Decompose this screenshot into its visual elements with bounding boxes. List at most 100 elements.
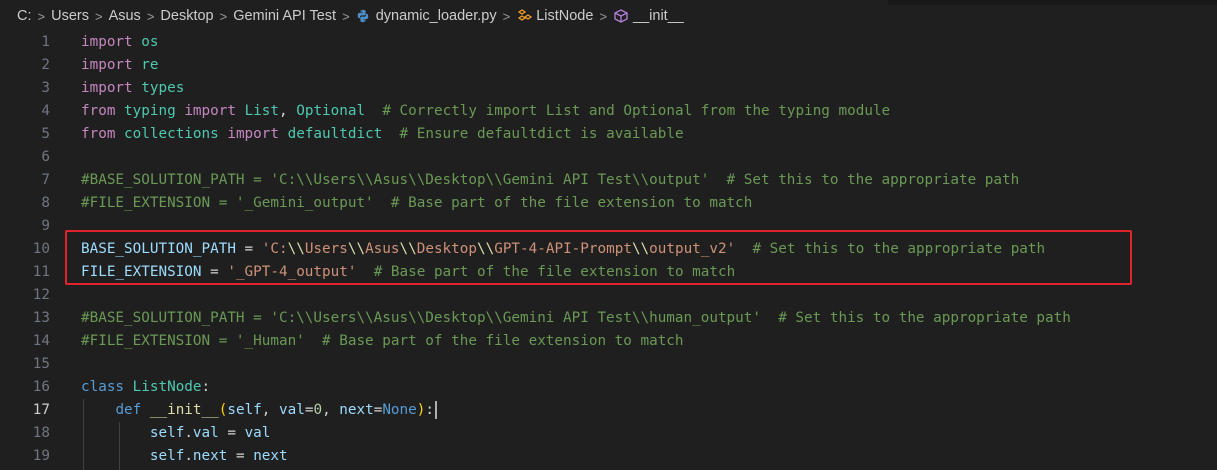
code-token: # Correctly import List and Optional fro… — [382, 103, 891, 119]
code-token: val — [192, 425, 219, 441]
breadcrumb-label: C: — [17, 8, 32, 24]
code-token: #BASE_SOLUTION_PATH = 'C:\\Users\\Asus\\… — [81, 310, 1071, 326]
code-line[interactable]: 8 #FILE_EXTENSION = '_Gemini_output' # Ba… — [0, 192, 1217, 215]
code-token: . — [184, 448, 193, 464]
code-text: BASE_SOLUTION_PATH = 'C:\\Users\\Asus\\D… — [81, 238, 1045, 261]
chevron-right-icon: > — [342, 8, 350, 24]
line-number: 14 — [32, 333, 50, 349]
breadcrumb-item-desktop[interactable]: Desktop — [160, 8, 213, 24]
line-number: 4 — [41, 103, 50, 119]
code-line[interactable]: 16 class ListNode: — [0, 376, 1217, 399]
code-token: output_v2' — [649, 241, 736, 257]
code-token: \\ — [399, 241, 417, 257]
code-token: import — [184, 103, 236, 119]
code-token: = — [201, 264, 228, 280]
tab-bar-edge — [888, 0, 1217, 5]
code-text: import os — [81, 31, 158, 54]
code-line[interactable]: 9 — [0, 215, 1217, 238]
code-line[interactable]: 4 from typing import List, Optional # Cor… — [0, 100, 1217, 123]
breadcrumb-label: dynamic_loader.py — [375, 8, 497, 24]
code-token: import — [81, 80, 133, 96]
code-line[interactable]: 14 #FILE_EXTENSION = '_Human' # Base part… — [0, 330, 1217, 353]
breadcrumb-item-file[interactable]: dynamic_loader.py — [356, 8, 497, 24]
breadcrumb-item-drive[interactable]: C: — [17, 8, 32, 24]
code-line[interactable]: 5 from collections import defaultdict # E… — [0, 123, 1217, 146]
code-line[interactable]: 10 BASE_SOLUTION_PATH = 'C:\\Users\\Asus\… — [0, 238, 1217, 261]
code-line[interactable]: 15 — [0, 353, 1217, 376]
code-token: : — [201, 379, 211, 395]
code-token: FILE_EXTENSION — [81, 264, 202, 280]
code-line[interactable]: 11 FILE_EXTENSION = '_GPT-4_output' # Bas… — [0, 261, 1217, 284]
code-line[interactable]: 7 #BASE_SOLUTION_PATH = 'C:\\Users\\Asus\… — [0, 169, 1217, 192]
code-token: \\ — [631, 241, 650, 257]
chevron-right-icon: > — [219, 8, 228, 24]
code-line[interactable]: 19 self.next = next — [0, 445, 1217, 468]
code-text: self.val = val — [81, 422, 271, 445]
chevron-right-icon: > — [37, 8, 46, 24]
code-token: next — [192, 448, 228, 464]
chevron-right-icon: > — [146, 8, 155, 24]
code-token: \\ — [347, 241, 366, 257]
line-number: 3 — [41, 80, 50, 96]
code-token: import — [81, 57, 133, 73]
code-token: self — [149, 448, 185, 464]
code-token: #FILE_EXTENSION = '_Human' # Base part o… — [81, 333, 684, 349]
class-symbol-icon — [518, 9, 533, 21]
breadcrumb-label: ListNode — [536, 8, 594, 24]
method-cube-icon — [614, 9, 628, 23]
code-token: GPT-4-API-Prompt — [494, 241, 632, 257]
code-token: , — [322, 402, 340, 418]
code-line[interactable]: 12 — [0, 284, 1217, 307]
code-text: class ListNode: — [81, 376, 210, 399]
code-token: . — [184, 425, 193, 441]
code-line[interactable]: 3 import types — [0, 77, 1217, 100]
code-text: FILE_EXTENSION = '_GPT-4_output' # Base … — [81, 261, 735, 284]
code-token: self — [227, 402, 262, 418]
code-token: Desktop — [416, 241, 477, 257]
code-line[interactable]: 2 import re — [0, 54, 1217, 77]
code-line[interactable]: 6 — [0, 146, 1217, 169]
line-number: 16 — [32, 379, 50, 395]
breadcrumb-item-folder[interactable]: Gemini API Test — [233, 8, 336, 24]
code-line[interactable]: 13 #BASE_SOLUTION_PATH = 'C:\\Users\\Asus… — [0, 307, 1217, 330]
code-token: defaultdict — [287, 126, 383, 142]
code-token: Optional — [296, 103, 366, 119]
line-number: 7 — [41, 172, 50, 188]
code-token: # Set this to the appropriate path — [752, 241, 1046, 257]
code-token: os — [141, 34, 159, 50]
code-text: from collections import defaultdict # En… — [81, 123, 684, 146]
code-line[interactable]: 17 def __init__(self, val=0, next=None): — [0, 399, 1217, 422]
breadcrumb-item-asus[interactable]: Asus — [109, 8, 141, 24]
code-editor[interactable]: 1 import os 2 import re 3 import types 4 from t… — [0, 31, 1217, 470]
line-number: 17 — [32, 402, 50, 418]
code-token: = — [218, 425, 245, 441]
code-line[interactable]: 18 self.val = val — [0, 422, 1217, 445]
line-number: 9 — [41, 218, 50, 234]
code-token: = — [235, 241, 262, 257]
breadcrumb-item-class[interactable]: ListNode — [516, 8, 593, 24]
line-number: 12 — [32, 287, 50, 303]
breadcrumb-item-method[interactable]: __init__ — [613, 8, 684, 24]
text-cursor — [434, 401, 437, 419]
breadcrumb-label: __init__ — [633, 8, 684, 24]
chevron-right-icon: > — [94, 8, 103, 24]
breadcrumb-label: Users — [51, 8, 89, 24]
code-token: types — [141, 80, 185, 96]
code-text: def __init__(self, val=0, next=None): — [81, 399, 437, 422]
code-text: #FILE_EXTENSION = '_Human' # Base part o… — [81, 330, 684, 353]
line-number: 8 — [41, 195, 50, 211]
code-token: List — [244, 103, 280, 119]
breadcrumb-label: Asus — [108, 8, 141, 24]
code-token: Users — [304, 241, 348, 257]
code-line[interactable]: 1 import os — [0, 31, 1217, 54]
code-text: from typing import List, Optional # Corr… — [81, 100, 890, 123]
breadcrumb-item-users[interactable]: Users — [51, 8, 89, 24]
line-number: 19 — [32, 448, 50, 464]
code-token: '_GPT-4_output' — [227, 264, 357, 280]
